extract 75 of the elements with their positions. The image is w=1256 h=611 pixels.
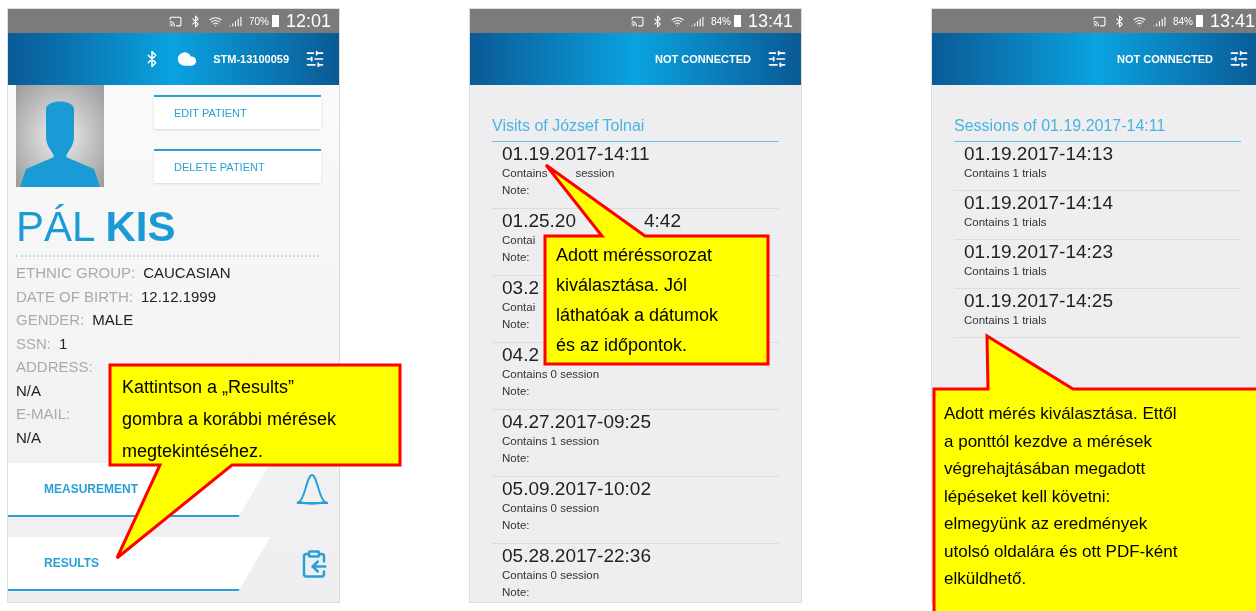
cast-icon: [168, 14, 182, 28]
row-note: Note:: [502, 250, 530, 265]
battery-icon: [1195, 15, 1203, 27]
callout-text: Adott méréssorozat kiválasztása. Jól láthatóak a dátumok és az időpontok.: [556, 244, 719, 357]
callout-text: Adott mérés kiválasztása. Ettől a ponttól kezdve a mérések végrehajtásában megadott lépéseket kell követni: elmegyünk az eredmények utolsó oldalára és ott PDF-ként elküldhető.: [944, 403, 1179, 590]
clock: 13:41: [1209, 12, 1255, 30]
field-value: MALE: [92, 310, 134, 330]
cloud-icon[interactable]: [177, 49, 198, 69]
row-date[interactable]: 01.19.2017-14:11: [502, 143, 650, 165]
list-title: Visits of József Tolnai: [492, 115, 779, 142]
wifi-icon: [670, 14, 684, 28]
field-label: ETHNIC GROUP:: [16, 263, 136, 283]
field-label: GENDER:: [16, 310, 85, 330]
row-note: Note:: [502, 317, 530, 332]
list-title: Sessions of 01.19.2017-14:11: [954, 115, 1241, 142]
field-value: N/A: [16, 427, 41, 448]
wifi-icon: [208, 14, 222, 28]
field-value: 12.12.1999: [140, 286, 217, 307]
connection-status: NOT CONNECTED: [655, 51, 751, 67]
row-date[interactable]: 03.2: [502, 277, 539, 299]
row-summary: Contains 1 session: [502, 434, 600, 449]
connection-status: NOT CONNECTED: [1117, 51, 1213, 67]
row-summary: Contai: [502, 300, 536, 315]
row-date[interactable]: 04.27.2017-09:25: [502, 411, 651, 433]
battery-icon: [733, 15, 741, 27]
field-value: N/A: [16, 380, 41, 401]
connection-status: STM-13100059: [213, 51, 289, 67]
callout-text: Kattintson a „Results” gombra a korábbi mérések megtekintéséhez.: [122, 376, 337, 463]
settings-icon[interactable]: [305, 49, 325, 69]
battery-level: 84%: [710, 14, 731, 29]
battery-level: 70%: [248, 14, 269, 29]
bell-curve-icon: [295, 473, 329, 507]
clock: 12:01: [285, 12, 331, 30]
row-note: Note:: [502, 384, 530, 399]
row-date[interactable]: 01.19.2017-14:23: [964, 241, 1113, 263]
cast-icon: [1092, 14, 1106, 28]
row-summary: Contains 0 session: [502, 568, 600, 583]
row-date[interactable]: 05.09.2017-10:02: [502, 478, 651, 500]
signal-icon: [228, 14, 242, 28]
clock: 13:41: [747, 12, 793, 30]
settings-icon[interactable]: [767, 49, 787, 69]
row-date[interactable]: 01.19.2017-14:13: [964, 143, 1113, 165]
patient-name: PÁL KIS: [15, 205, 177, 249]
field-label: DATE OF BIRTH:: [16, 286, 133, 307]
row-note: Note:: [502, 518, 530, 533]
settings-icon[interactable]: [1229, 49, 1249, 69]
field-value: CAUCASIAN: [143, 263, 231, 283]
battery-level: 84%: [1172, 14, 1193, 29]
row-summary: Contai: [502, 233, 536, 248]
row-note: Note:: [502, 451, 530, 466]
row-date[interactable]: 04.2: [502, 344, 539, 366]
row-summary: Contains 0 session: [502, 367, 600, 382]
field-label: E-MAIL:: [16, 404, 71, 424]
row-date[interactable]: 4:42: [643, 210, 681, 232]
row-summary: Contains 1 trials: [964, 313, 1047, 328]
signal-icon: [690, 14, 704, 28]
field-value: 1: [59, 333, 68, 354]
signal-icon: [1152, 14, 1166, 28]
row-summary: Contains 1 trials: [964, 215, 1047, 230]
field-label: ADDRESS:: [16, 357, 93, 377]
row-summary: Contains 1 trials: [964, 264, 1047, 279]
cast-icon: [630, 14, 644, 28]
row-note: Note:: [502, 585, 530, 600]
row-summary: session: [575, 166, 615, 181]
row-note: Note:: [502, 183, 530, 198]
row-date[interactable]: 01.19.2017-14:14: [964, 192, 1113, 214]
wifi-icon: [1132, 14, 1146, 28]
row-date[interactable]: 05.28.2017-22:36: [502, 545, 651, 567]
row-summary: Contains 1 trials: [964, 166, 1047, 181]
field-label: SSN:: [16, 333, 51, 354]
row-date[interactable]: 01.25.20: [502, 210, 576, 232]
row-summary: Contains: [502, 166, 548, 181]
row-date[interactable]: 01.19.2017-14:25: [964, 290, 1113, 312]
battery-icon: [271, 15, 279, 27]
row-summary: Contains 0 session: [502, 501, 600, 516]
